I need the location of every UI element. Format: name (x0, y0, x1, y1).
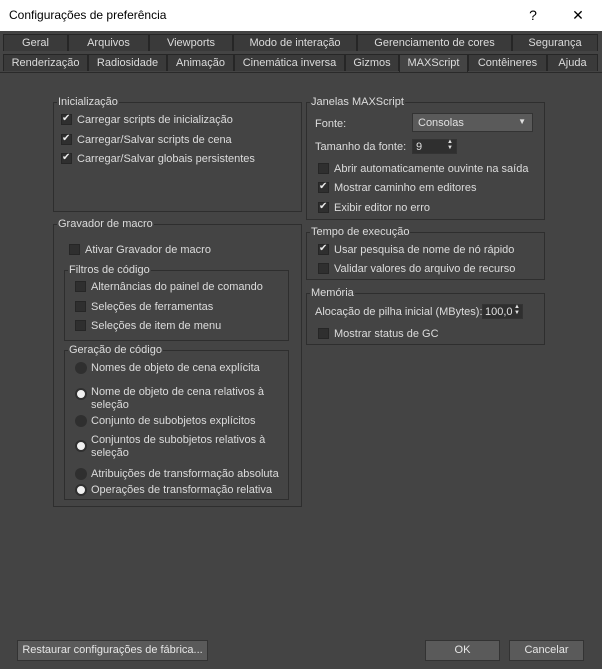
title-bar: Configurações de preferência ? ✕ (0, 0, 602, 31)
show-editor-on-error-checkbox[interactable] (318, 201, 329, 213)
startup-title: Inicialização (57, 96, 119, 108)
enable-macro-recorder-label: Ativar Gravador de macro (85, 244, 211, 256)
tab-maxscript[interactable]: MAXScript (399, 54, 468, 73)
gen-relative-transform-label: Operações de transformação relativa (91, 484, 272, 496)
tab-gizmos[interactable]: Gizmos (345, 54, 399, 71)
gen-relative-subobjects-label-line2: seleção (91, 447, 129, 459)
tab-radiosidade[interactable]: Radiosidade (88, 54, 167, 71)
show-editor-on-error-label: Exibir editor no erro (334, 202, 430, 214)
auto-open-listener-checkbox[interactable] (318, 163, 329, 174)
load-scene-scripts-label: Carregar/Salvar scripts de cena (77, 134, 232, 146)
tab-ajuda[interactable]: Ajuda (547, 54, 598, 71)
filter-menu-items-label: Seleções de item de menu (91, 320, 222, 332)
close-button[interactable]: ✕ (564, 4, 592, 26)
gen-relative-names-label-line1: Nome de objeto de cena relativos à (91, 386, 265, 398)
tab-arquivos[interactable]: Arquivos (68, 34, 149, 51)
tab-cinematica-inversa[interactable]: Cinemática inversa (234, 54, 345, 71)
tab-geral[interactable]: Geral (3, 34, 68, 51)
stack-allocation-label: Alocação de pilha inicial (MBytes): (315, 306, 483, 318)
gen-explicit-subobjects-label: Conjunto de subobjetos explícitos (91, 415, 256, 427)
font-dropdown-value: Consolas (418, 117, 464, 129)
fast-node-name-label: Usar pesquisa de nome de nó rápido (334, 244, 515, 256)
stack-allocation-spinner[interactable]: 100,0 ▲ ▼ (482, 304, 523, 319)
tab-gerenciamento-cores[interactable]: Gerenciamento de cores (357, 34, 512, 51)
filter-tool-selections-label: Seleções de ferramentas (91, 301, 214, 313)
maxscript-windows-title: Janelas MAXScript (310, 96, 405, 108)
filter-tool-selections-checkbox[interactable] (75, 301, 86, 312)
window-title: Configurações de preferência (9, 8, 167, 22)
load-persistent-globals-checkbox[interactable] (61, 152, 72, 164)
validate-resource-checkbox[interactable] (318, 263, 329, 274)
font-size-value: 9 (416, 141, 423, 153)
load-persistent-globals-label: Carregar/Salvar globais persistentes (77, 153, 255, 165)
tab-modo-interacao[interactable]: Modo de interação (233, 34, 357, 51)
filter-command-panel-checkbox[interactable] (75, 281, 86, 292)
gen-relative-names-label-line2: seleção (91, 399, 129, 411)
show-gc-status-label: Mostrar status de GC (334, 328, 439, 340)
load-scene-scripts-checkbox[interactable] (61, 133, 72, 145)
tab-row-bottom: Renderização Radiosidade Animação Cinemá… (0, 54, 602, 73)
stack-allocation-value: 100,0 (485, 306, 513, 318)
tab-animacao[interactable]: Animação (167, 54, 234, 71)
tab-row-top: Geral Arquivos Viewports Modo de interaç… (0, 34, 602, 52)
help-button[interactable]: ? (519, 4, 547, 26)
tab-viewports[interactable]: Viewports (149, 34, 233, 51)
auto-open-listener-label: Abrir automaticamente ouvinte na saída (334, 163, 529, 175)
load-startup-scripts-checkbox[interactable] (61, 113, 72, 125)
restore-defaults-button[interactable]: Restaurar configurações de fábrica... (17, 640, 208, 661)
spinner-arrows-icon: ▲ ▼ (447, 139, 453, 151)
font-size-spinner[interactable]: 9 ▲ ▼ (412, 139, 457, 154)
macro-recorder-title: Gravador de macro (57, 218, 154, 230)
cancel-button[interactable]: Cancelar (509, 640, 584, 661)
load-startup-scripts-label: Carregar scripts de inicialização (77, 114, 233, 126)
font-size-label: Tamanho da fonte: (315, 141, 407, 153)
tab-seguranca[interactable]: Segurança (512, 34, 598, 51)
filter-command-panel-label: Alternâncias do painel de comando (91, 281, 263, 293)
font-dropdown[interactable]: Consolas ▼ (412, 113, 533, 132)
gen-explicit-names-label: Nomes de objeto de cena explícita (91, 362, 260, 374)
ok-button[interactable]: OK (425, 640, 500, 661)
gen-explicit-names-radio[interactable] (75, 362, 87, 374)
code-filters-title: Filtros de código (68, 264, 151, 276)
gen-relative-names-radio[interactable] (75, 388, 87, 400)
tab-renderizacao[interactable]: Renderização (3, 54, 88, 71)
gen-explicit-subobjects-radio[interactable] (75, 415, 87, 427)
filter-menu-items-checkbox[interactable] (75, 320, 86, 331)
show-path-editors-checkbox[interactable] (318, 181, 329, 193)
tab-conteineres[interactable]: Contêineres (468, 54, 547, 71)
memory-title: Memória (310, 287, 355, 299)
show-gc-status-checkbox[interactable] (318, 328, 329, 339)
gen-relative-subobjects-label-line1: Conjuntos de subobjetos relativos à (91, 434, 266, 446)
fast-node-name-checkbox[interactable] (318, 243, 329, 255)
gen-relative-subobjects-radio[interactable] (75, 440, 87, 452)
validate-resource-label: Validar valores do arquivo de recurso (334, 263, 516, 275)
gen-absolute-transform-radio[interactable] (75, 468, 87, 480)
gen-absolute-transform-label: Atribuições de transformação absoluta (91, 468, 279, 480)
chevron-down-icon: ▼ (518, 117, 526, 126)
enable-macro-recorder-checkbox[interactable] (69, 244, 80, 255)
spinner-arrows-icon: ▲ ▼ (514, 304, 520, 316)
show-path-editors-label: Mostrar caminho em editores (334, 182, 477, 194)
gen-relative-transform-radio[interactable] (75, 484, 87, 496)
code-generation-title: Geração de código (68, 344, 163, 356)
runtime-title: Tempo de execução (310, 226, 411, 238)
font-label: Fonte: (315, 118, 347, 130)
